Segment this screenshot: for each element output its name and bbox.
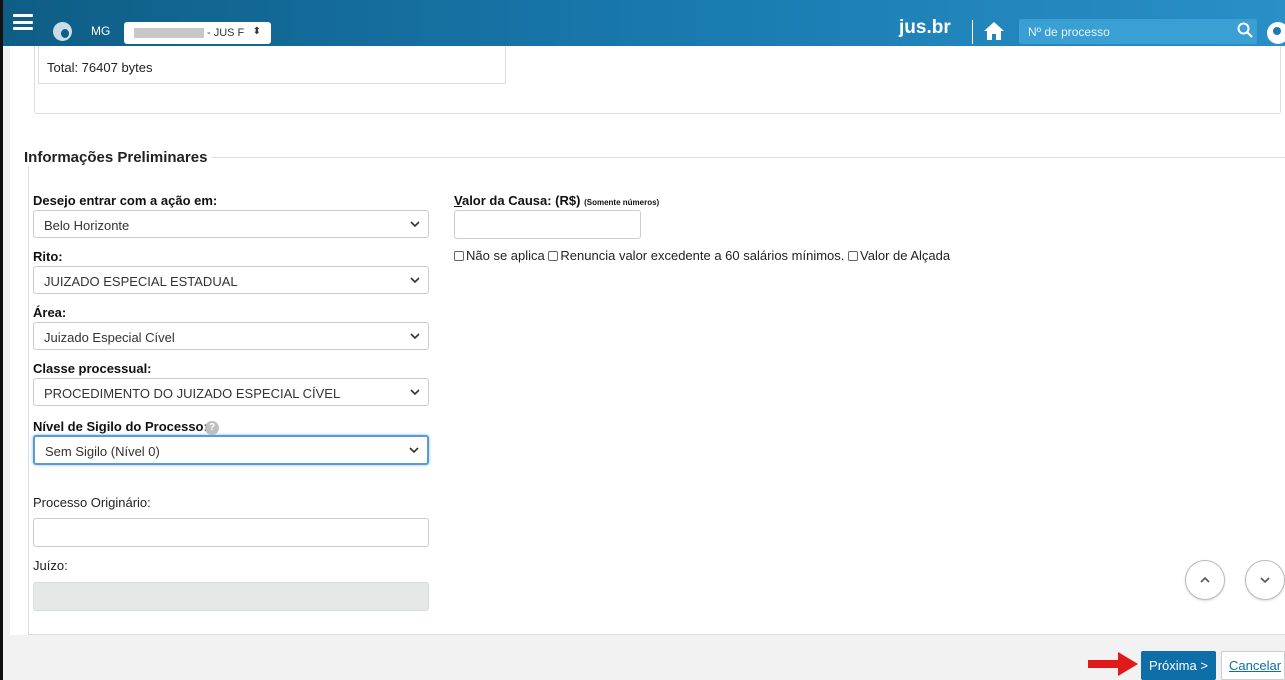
classe-label: Classe processual: <box>33 361 152 376</box>
nao-se-aplica-checkbox[interactable] <box>454 251 464 261</box>
chevron-down-icon <box>409 447 419 454</box>
acao-select-value: Belo Horizonte <box>44 218 130 233</box>
red-arrow-annotation-icon <box>1088 652 1138 676</box>
section-title: Informações Preliminares <box>24 149 212 166</box>
classe-select[interactable]: PROCEDIMENTO DO JUIZADO ESPECIAL CÍVEL <box>33 378 429 406</box>
valor-causa-label-accesskey: V <box>454 193 462 208</box>
chevron-down-icon <box>410 333 420 340</box>
valor-causa-label: Valor da Causa: (R$) (Somente números) <box>454 193 659 208</box>
documents-total-box: Total: 76407 bytes <box>38 46 506 84</box>
acao-label: Desejo entrar com a ação em: <box>33 193 218 208</box>
scroll-up-button[interactable] <box>1185 560 1225 600</box>
classe-select-value: PROCEDIMENTO DO JUIZADO ESPECIAL CÍVEL <box>44 386 341 401</box>
process-number-search-input[interactable] <box>1019 19 1257 44</box>
search-icon[interactable] <box>1237 22 1253 38</box>
top-bar: MG - JUS F ⬍ jus.br <box>0 0 1285 46</box>
processo-originario-input[interactable] <box>33 518 429 547</box>
area-select-value: Juizado Especial Cível <box>44 330 175 345</box>
help-icon[interactable]: ? <box>205 421 219 435</box>
area-select[interactable]: Juizado Especial Cível <box>33 322 429 350</box>
sigilo-select-value: Sem Sigilo (Nível 0) <box>45 444 160 459</box>
next-button[interactable]: Próxima > <box>1141 651 1216 680</box>
updown-icon: ⬍ <box>252 26 261 37</box>
rito-label: Rito: <box>33 249 63 264</box>
renuncia-checkbox[interactable] <box>548 251 559 261</box>
home-icon[interactable] <box>983 21 1005 41</box>
chevron-down-icon <box>1260 577 1270 584</box>
nao-se-aplica-label[interactable]: Não se aplica <box>466 248 545 263</box>
documents-total-size: Total: 76407 bytes <box>47 60 153 75</box>
rito-select[interactable]: JUIZADO ESPECIAL ESTADUAL <box>33 266 429 294</box>
menu-icon[interactable] <box>13 14 33 30</box>
sigilo-select[interactable]: Sem Sigilo (Nível 0) <box>33 435 429 465</box>
valor-causa-input[interactable] <box>454 210 641 239</box>
acao-select[interactable]: Belo Horizonte <box>33 210 429 238</box>
chevron-down-icon <box>410 277 420 284</box>
juizo-input <box>33 582 429 611</box>
organization-select-value: - JUS F <box>207 27 245 39</box>
logo-icon <box>53 22 72 41</box>
cancel-button[interactable]: Cancelar <box>1221 651 1285 680</box>
uf-label: MG <box>91 24 111 38</box>
rito-select-value: JUIZADO ESPECIAL ESTADUAL <box>44 274 238 289</box>
chevron-up-icon <box>1200 576 1210 583</box>
juizo-label: Juízo: <box>33 558 68 573</box>
brand-logo[interactable]: jus.br <box>899 17 951 39</box>
valor-causa-hint: (Somente números) <box>584 198 660 207</box>
processo-originario-label: Processo Originário: <box>33 495 151 510</box>
valor-alcada-label[interactable]: Valor de Alçada <box>860 248 950 263</box>
organization-select[interactable]: - JUS F ⬍ <box>124 22 271 44</box>
header-divider <box>972 20 973 44</box>
renuncia-label[interactable]: Renuncia valor excedente a 60 salários m… <box>560 248 844 263</box>
chevron-down-icon <box>410 389 420 396</box>
valor-options: Não se aplica Renuncia valor excedente a… <box>454 248 950 263</box>
chevron-down-icon <box>410 221 420 228</box>
area-label: Área: <box>33 305 67 320</box>
user-avatar-icon[interactable] <box>1267 22 1285 44</box>
valor-causa-label-text: alor da Causa: (R$) <box>461 193 581 208</box>
valor-alcada-checkbox[interactable] <box>848 251 859 261</box>
scroll-down-button[interactable] <box>1245 560 1285 600</box>
sigilo-label: Nível de Sigilo do Processo: <box>33 419 208 434</box>
redacted-org-name <box>134 28 204 38</box>
